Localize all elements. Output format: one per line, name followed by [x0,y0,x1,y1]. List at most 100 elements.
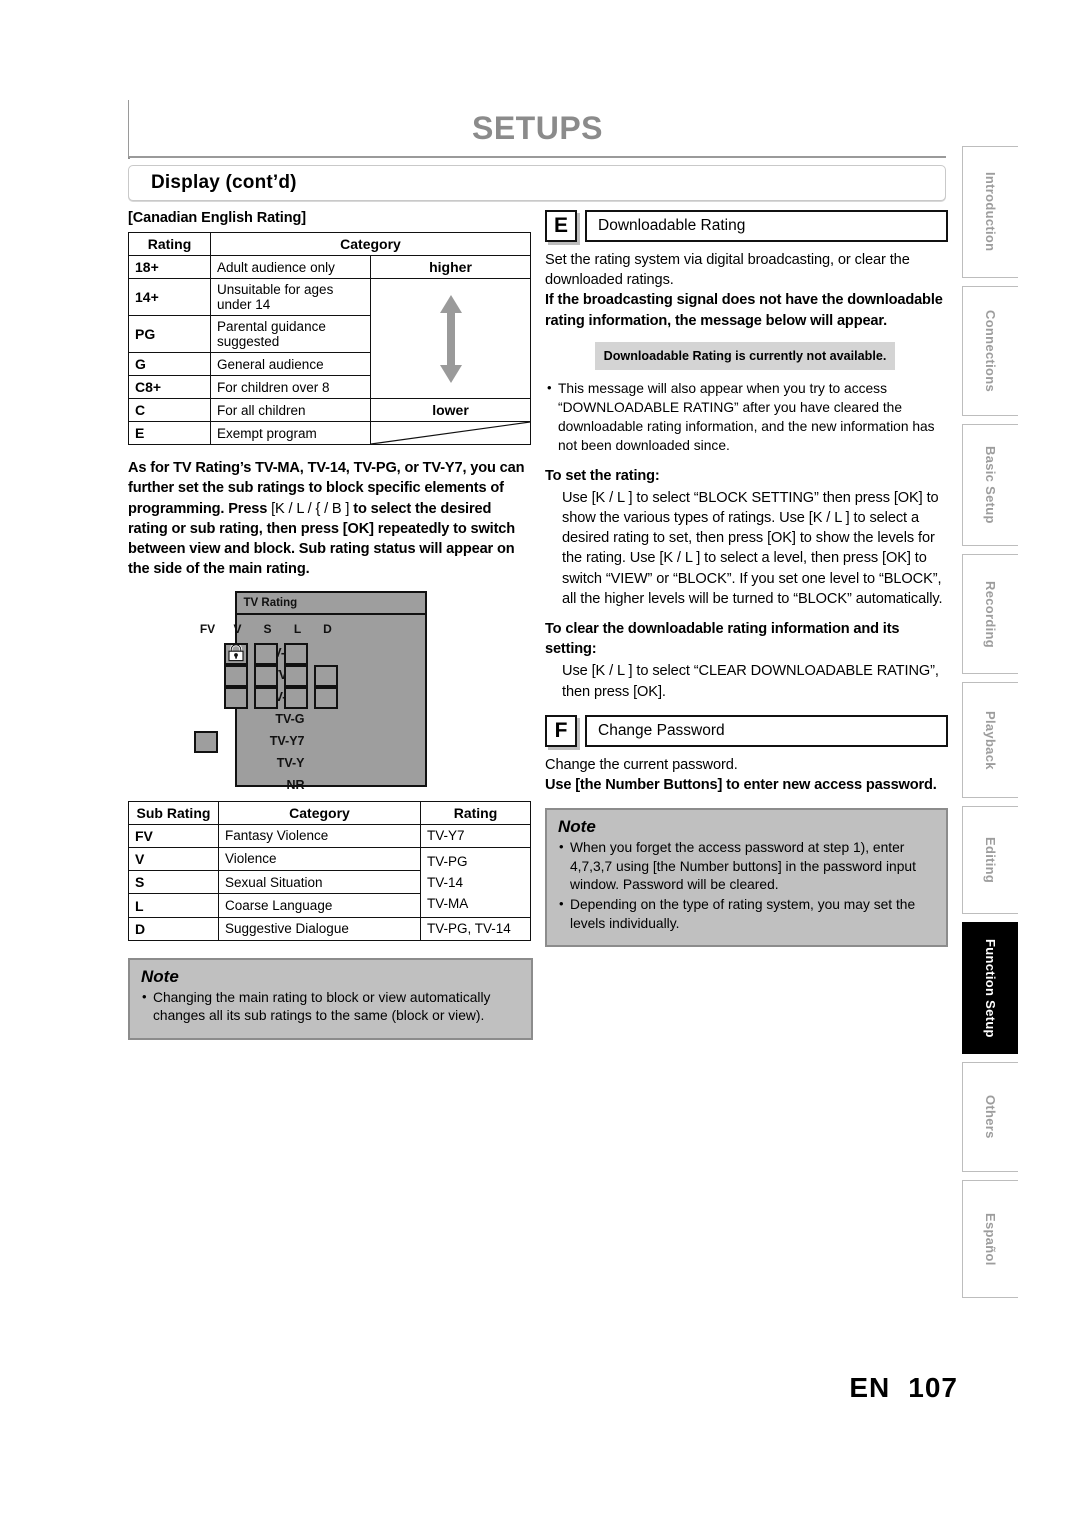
cell-sub-rating: V [128,846,219,872]
section-e-intro: Set the rating system via digital broadc… [545,252,910,289]
note-item: Changing the main rating to block or vie… [141,988,520,1026]
section-e-bullet: This message will also appear when you t… [545,378,948,456]
osd-cell-tv-y7-fv[interactable] [193,730,218,753]
osd-row-label: TV-Y [276,755,305,770]
cell-rating: C [128,398,211,422]
rail-tab-introduction[interactable]: Introduction [962,146,1018,278]
rail-tab-label: Español [983,1212,998,1266]
osd-row-label: TV-G [275,711,305,726]
osd-col-v: V [233,621,242,636]
rail-tab-label: Function Setup [983,938,998,1038]
cell-rating: 18+ [128,255,211,279]
section-e-heading: E Downloadable Rating [545,210,948,242]
arrow-bottom-label: lower [370,398,531,422]
section-f-instruction: Use [the Number Buttons] to enter new ac… [545,777,937,794]
rail-tab-label: Editing [983,836,998,884]
cell-rating: E [128,421,211,445]
osd-cell-tv-ma-l[interactable] [283,642,308,665]
cell-rating: TV-Y7 [420,823,531,848]
to-set-the-rating-heading: To set the rating: [545,467,660,484]
cell-category: Violence [218,846,421,872]
manual-page: SETUPS Display (cont’d) [Canadian Englis… [0,0,1080,1528]
cell-sub-rating: L [128,893,219,918]
table-row: C For all children lower [128,398,531,422]
rail-tab-label: Others [983,1095,998,1139]
merged-rating-line: TV-MA [427,895,469,911]
left-note-title: Note [141,966,179,986]
cell-category: Fantasy Violence [218,823,421,848]
osd-cell-tv-pg-v[interactable] [223,686,248,709]
tv-rating-osd-title: TV Rating [236,593,425,615]
osd-row-label: TV-Y7 [269,733,305,748]
rail-tab-function-setup[interactable]: Function Setup [962,922,1018,1054]
rail-tab-español[interactable]: Español [962,1180,1018,1298]
section-header: Display (cont’d) [128,165,946,201]
section-title: Display (cont’d) [151,172,297,193]
left-column: [Canadian English Rating] Rating Category… [128,210,533,1040]
cell-category: Parental guidance suggested [210,315,371,353]
osd-cell-tv-pg-l[interactable] [283,686,308,709]
section-e-warning: If the broadcasting signal does not have… [545,292,943,329]
table-header-row: Rating Category [128,232,531,256]
right-note-list: When you forget the access password at s… [558,838,935,933]
col-category: Category [218,800,421,825]
rail-tab-label: Playback [983,710,998,770]
chapter-tab-rail: Introduction Connections Basic Setup Record… [962,146,1018,1306]
page-header: SETUPS [128,100,946,158]
tv-rating-osd: TV Rating FVVSLDTV-MATV-14TV-PGTV-GTV-Y7… [193,590,427,792]
table-row: V Violence TV-PG TV-14 TV-MA [128,846,531,918]
osd-cell-tv-ma-s[interactable] [253,642,278,665]
instruction-keys: [K / L / { / B ] [271,500,350,517]
left-note-list: Changing the main rating to block or vie… [141,988,520,1026]
rail-tab-connections[interactable]: Connections [962,286,1018,416]
right-note-title: Note [558,817,596,837]
merged-rating-line: TV-PG [427,853,468,869]
tv-rating-grid: FVVSLDTV-MATV-14TV-PGTV-GTV-Y7TV-YNR [193,615,425,792]
cell-category: For all children [210,398,371,422]
table-row: 18+ Adult audience only higher [128,255,531,279]
osd-cell-tv-14-l[interactable] [283,664,308,687]
merged-rating-line: TV-14 [427,874,464,890]
osd-cell-tv-pg-s[interactable] [253,686,278,709]
left-note-box: Note Changing the main rating to block o… [128,957,533,1040]
lock-icon [226,644,245,662]
page-title: SETUPS [471,109,604,146]
table-row: D Suggestive Dialogue TV-PG, TV-14 [128,916,531,941]
cell-sub-rating: D [128,916,219,941]
osd-cell-tv-pg-d[interactable] [313,686,338,709]
footer-page-number: 107 [908,1372,958,1403]
rail-tab-others[interactable]: Others [962,1062,1018,1172]
table-row: 14+ Unsuitable for ages under 14 [128,278,531,399]
rail-tab-editing[interactable]: Editing [962,806,1018,914]
osd-cell-tv-14-s[interactable] [253,664,278,687]
section-f-title: Change Password [585,714,948,747]
table-row: E Exempt program [128,421,531,445]
cell-rating: TV-PG, TV-14 [420,916,531,941]
osd-cell-tv-14-v[interactable] [223,664,248,687]
osd-cell-tv-ma-v[interactable] [223,642,248,665]
rail-tab-playback[interactable]: Playback [962,682,1018,798]
col-category: Category [210,232,531,256]
rail-tab-label: Recording [983,580,998,648]
cell-rating: G [128,352,211,376]
diagonal-slash-icon [370,421,531,445]
to-clear-rating-body: Use [K / L ] to select “CLEAR DOWNLOADAB… [562,663,939,700]
cell-category: Suggestive Dialogue [218,916,421,941]
rail-tab-recording[interactable]: Recording [962,554,1018,674]
cell-rating: 14+ [128,278,211,316]
cell-sub-rating: FV [128,823,219,848]
col-rating: Rating [128,232,211,256]
to-clear-rating-heading: To clear the downloadable rating informa… [545,621,900,658]
rail-tab-label: Connections [983,309,998,393]
table-header-row: Sub Rating Category Rating [128,800,531,825]
sub-rating-instructions: As for TV Rating’s TV-MA, TV-14, TV-PG, … [128,458,533,580]
cell-rating: PG [128,315,211,353]
rail-tab-basic-setup[interactable]: Basic Setup [962,424,1018,546]
rail-tab-label: Basic Setup [983,446,998,524]
higher-lower-arrow-icon [370,278,531,399]
osd-cell-tv-14-d[interactable] [313,664,338,687]
arrow-top-label: higher [370,255,531,279]
canadian-english-rating-label: [Canadian English Rating] [128,210,306,226]
section-e-title: Downloadable Rating [585,210,948,242]
cell-category: Coarse Language [218,893,421,918]
